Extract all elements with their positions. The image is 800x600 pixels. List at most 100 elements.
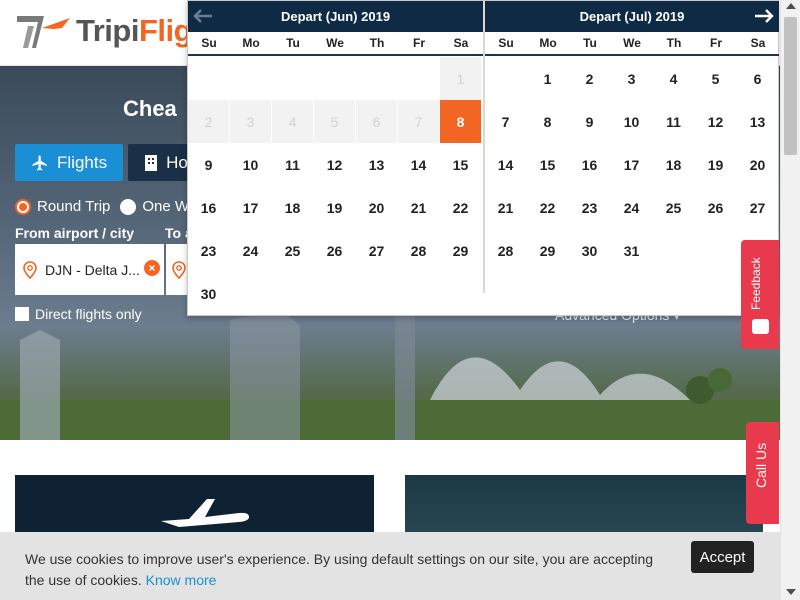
- day-cell[interactable]: 26: [695, 186, 736, 229]
- day-cell[interactable]: 22: [527, 186, 568, 229]
- day-cell[interactable]: 3: [611, 57, 652, 100]
- day-cell[interactable]: 25: [653, 186, 694, 229]
- radio-unchecked: [120, 198, 137, 215]
- weekday-label: Mo: [539, 36, 557, 50]
- call-us-label: Call Us: [753, 442, 769, 488]
- depart-datepicker: Depart (Jun) 2019 Su Mo Tu We Th Fr Sa 1234567…: [187, 0, 779, 316]
- day-cell[interactable]: 10: [611, 100, 652, 143]
- plane-illustration-icon: [161, 499, 249, 527]
- weekday-label: Tu: [583, 36, 597, 50]
- to-airport-field[interactable]: [166, 244, 188, 295]
- day-cell[interactable]: 1: [527, 57, 568, 100]
- site-logo[interactable]: TripiFlig: [14, 8, 193, 54]
- weekday-label: Sa: [750, 36, 766, 50]
- tab-flights[interactable]: Flights: [15, 144, 124, 181]
- day-cell[interactable]: 11: [653, 100, 694, 143]
- day-cell[interactable]: 27: [737, 186, 778, 229]
- calendar-month-june: Depart (Jun) 2019 Su Mo Tu We Th Fr Sa 1234567…: [188, 1, 483, 317]
- day-cell[interactable]: 9: [188, 143, 229, 186]
- weekday-row: Su Mo Tu We Th Fr Sa: [485, 32, 779, 56]
- day-cell[interactable]: 18: [272, 186, 313, 229]
- day-cell[interactable]: 22: [440, 186, 481, 229]
- calendar-month-july: Depart (Jul) 2019 Su Mo Tu We Th Fr Sa 1234567…: [485, 1, 779, 317]
- day-cell[interactable]: 12: [314, 143, 355, 186]
- day-cell[interactable]: 16: [188, 186, 229, 229]
- day-cell[interactable]: 15: [440, 143, 481, 186]
- location-pin-icon: [23, 260, 37, 279]
- day-cell[interactable]: 30: [569, 229, 610, 272]
- day-cell[interactable]: 7: [485, 100, 526, 143]
- day-empty: [314, 57, 355, 100]
- day-cell[interactable]: 6: [737, 57, 778, 100]
- day-cell[interactable]: 21: [398, 186, 439, 229]
- scroll-down-icon[interactable]: [786, 589, 796, 595]
- day-cell[interactable]: 28: [398, 229, 439, 272]
- day-cell[interactable]: 31: [611, 229, 652, 272]
- day-cell[interactable]: 21: [485, 186, 526, 229]
- day-cell[interactable]: 13: [356, 143, 397, 186]
- day-cell-disabled: 1: [440, 57, 481, 100]
- day-cell[interactable]: 23: [188, 229, 229, 272]
- day-cell[interactable]: 14: [398, 143, 439, 186]
- day-cell[interactable]: 20: [737, 143, 778, 186]
- day-cell[interactable]: 30: [188, 272, 229, 315]
- one-way-radio[interactable]: One Wa: [120, 198, 197, 215]
- round-trip-radio[interactable]: Round Trip: [15, 198, 110, 215]
- day-cell[interactable]: 10: [230, 143, 271, 186]
- day-cell[interactable]: 20: [356, 186, 397, 229]
- day-cell[interactable]: 16: [569, 143, 610, 186]
- weekday-label: Tu: [286, 36, 300, 50]
- location-pin-icon: [172, 260, 186, 279]
- logo-mark-icon: [17, 16, 70, 48]
- arrow-left-icon[interactable]: [193, 8, 213, 24]
- feedback-button[interactable]: Feedback: [741, 240, 779, 349]
- day-cell[interactable]: 14: [485, 143, 526, 186]
- scrollbar-thumb[interactable]: [784, 17, 797, 155]
- cookie-banner: We use cookies to improve user's experie…: [0, 532, 780, 600]
- day-cell[interactable]: 11: [272, 143, 313, 186]
- cookie-text: We use cookies to improve user's experie…: [25, 551, 654, 588]
- weekday-label: Fr: [710, 36, 722, 50]
- day-cell[interactable]: 17: [611, 143, 652, 186]
- day-cell[interactable]: 9: [569, 100, 610, 143]
- day-cell[interactable]: 25: [272, 229, 313, 272]
- direct-flights-checkbox[interactable]: Direct flights only: [15, 306, 142, 322]
- day-cell[interactable]: 12: [695, 100, 736, 143]
- day-cell[interactable]: 29: [440, 229, 481, 272]
- day-cell[interactable]: 18: [653, 143, 694, 186]
- know-more-link[interactable]: Know more: [146, 572, 217, 588]
- day-cell[interactable]: 19: [314, 186, 355, 229]
- weekday-label: Fr: [413, 36, 425, 50]
- day-cell[interactable]: 13: [737, 100, 778, 143]
- day-cell[interactable]: 5: [695, 57, 736, 100]
- day-cell[interactable]: 24: [611, 186, 652, 229]
- weekday-label: Th: [369, 36, 385, 50]
- scroll-up-icon[interactable]: [786, 3, 796, 9]
- day-cell[interactable]: 4: [653, 57, 694, 100]
- round-trip-label: Round Trip: [37, 198, 111, 215]
- day-cell-disabled: 5: [314, 100, 355, 143]
- day-cell[interactable]: 29: [527, 229, 568, 272]
- from-airport-label: From airport / city: [15, 225, 135, 241]
- day-cell[interactable]: 15: [527, 143, 568, 186]
- day-cell-selected[interactable]: 8: [440, 100, 481, 143]
- day-cell[interactable]: 23: [569, 186, 610, 229]
- weekday-label: Su: [498, 36, 514, 50]
- day-cell[interactable]: 27: [356, 229, 397, 272]
- page-scrollbar[interactable]: [780, 0, 800, 600]
- logo-text: TripiFlig: [76, 13, 193, 49]
- day-cell-disabled: 3: [230, 100, 271, 143]
- day-cell[interactable]: 26: [314, 229, 355, 272]
- day-empty: [398, 57, 439, 100]
- arrow-right-icon[interactable]: [754, 8, 774, 24]
- accept-cookies-button[interactable]: Accept: [691, 541, 754, 573]
- day-cell[interactable]: 24: [230, 229, 271, 272]
- clear-from-button[interactable]: ×: [144, 260, 160, 276]
- from-airport-field[interactable]: DJN - Delta J... ×: [15, 244, 164, 295]
- call-us-button[interactable]: Call Us: [746, 422, 779, 524]
- day-cell[interactable]: 19: [695, 143, 736, 186]
- day-cell[interactable]: 28: [485, 229, 526, 272]
- day-cell[interactable]: 2: [569, 57, 610, 100]
- day-cell[interactable]: 8: [527, 100, 568, 143]
- day-cell[interactable]: 17: [230, 186, 271, 229]
